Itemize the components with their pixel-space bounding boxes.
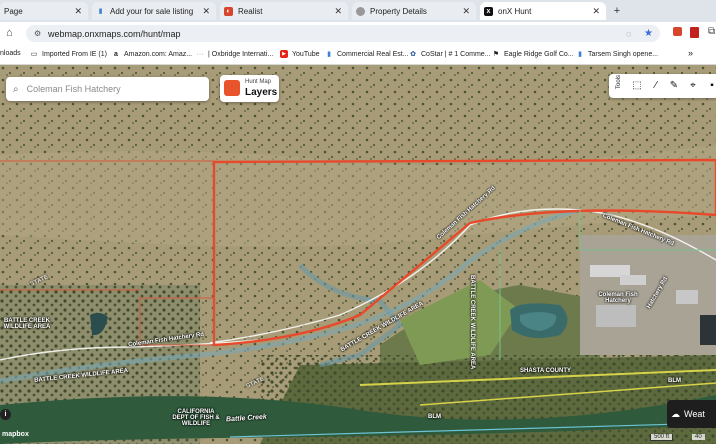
close-icon[interactable]: ✕ xyxy=(202,6,210,17)
tab-label: onX Hunt xyxy=(498,6,532,16)
bookmark-label: YouTube xyxy=(292,50,320,58)
tab-realist[interactable]: ◐ Realist ✕ xyxy=(220,2,348,20)
extensions-icon[interactable]: ⧉ xyxy=(708,26,715,37)
new-tab-button[interactable]: + xyxy=(610,4,624,18)
map-label-wildlife-area-1: BATTLE CREEK WILDLIFE AREA xyxy=(3,318,51,330)
search-box[interactable]: ⌕ Coleman Fish Hatchery xyxy=(6,77,209,101)
bookmark-label: Imported From IE (1) xyxy=(42,50,107,58)
mapbox-logo: mapbox xyxy=(2,431,29,438)
layers-icon xyxy=(224,80,240,96)
bars-icon: ▮ xyxy=(98,8,103,15)
tools-toolbar: Tools ⬚ ⁄ ✎ ⌖ ▪ xyxy=(609,74,716,98)
layers-subtitle: Hunt Map xyxy=(245,79,272,85)
layers-button[interactable]: Hunt Map Layers xyxy=(220,75,279,102)
bars-icon: ▮ xyxy=(578,51,582,58)
extension-icon-1[interactable] xyxy=(673,27,682,36)
bookmark-costar[interactable]: ✿ CoStar | # 1 Comme... xyxy=(409,50,491,59)
more-tools-icon[interactable]: ▪ xyxy=(705,79,716,93)
bookmark-downloads[interactable]: nloads xyxy=(0,50,21,57)
url-text: webmap.onxmaps.com/hunt/map xyxy=(48,28,181,39)
weather-button[interactable]: ☁ Weat xyxy=(667,400,716,428)
tools-label: Tools xyxy=(616,74,622,89)
close-icon[interactable]: ✕ xyxy=(592,6,600,17)
scale-bar-500ft: 500 ft xyxy=(650,434,674,441)
youtube-icon: ▶ xyxy=(280,50,288,58)
map-label-shasta-county: SHASTA COUNTY xyxy=(520,368,571,374)
tab-label: Page xyxy=(4,6,23,16)
close-icon[interactable]: ✕ xyxy=(462,6,470,17)
map-label-california-dept: CALIFORNIA DEPT OF FISH & WILDLIFE xyxy=(172,409,220,427)
tab-page[interactable]: Page ✕ xyxy=(0,2,88,20)
bookmarks-overflow[interactable]: » xyxy=(688,48,693,58)
map-label-blm-1: BLM xyxy=(668,378,681,384)
realist-icon: ◐ xyxy=(224,6,233,16)
scale-bar-secondary: 40 xyxy=(692,434,705,440)
line-draw-icon[interactable]: ⁄ xyxy=(649,79,663,93)
bookmark-label: nloads xyxy=(0,50,21,57)
map-label-wildlife-area-3: BATTLE CREEK WILDLIFE AREA xyxy=(469,275,475,370)
url-field[interactable]: ⚙ webmap.onxmaps.com/hunt/map ◌ ★ xyxy=(26,25,660,42)
map-label-coleman-fish-hatchery: Coleman Fish Hatchery xyxy=(598,292,638,304)
weather-label: Weat xyxy=(684,409,705,419)
tab-bar: Page ✕ ▮ Add your for sale listing ✕ ◐ R… xyxy=(0,0,716,22)
home-icon[interactable]: ⌂ xyxy=(6,27,13,39)
bookmark-label: Commercial Real Est... xyxy=(337,50,409,58)
costar-icon: ✿ xyxy=(410,51,416,58)
bookmark-eagle-ridge[interactable]: ⚑ Eagle Ridge Golf Co... xyxy=(492,50,574,59)
acrobat-icon[interactable] xyxy=(690,27,699,38)
close-icon[interactable]: ✕ xyxy=(334,6,342,17)
dots-icon: ··· xyxy=(196,50,204,58)
map-label-blm-2: BLM xyxy=(428,414,441,420)
search-input[interactable]: Coleman Fish Hatchery xyxy=(27,84,121,94)
bookmark-youtube[interactable]: ▶ YouTube xyxy=(280,50,320,58)
tab-onx-hunt[interactable]: x onX Hunt ✕ xyxy=(480,2,606,20)
tab-label: Realist xyxy=(238,6,263,16)
golf-icon: ⚑ xyxy=(492,51,500,58)
bookmark-label: CoStar | # 1 Comme... xyxy=(421,50,491,58)
bookmark-amazon[interactable]: a Amazon.com: Amaz... xyxy=(112,50,192,58)
bookmarks-bar: nloads ▭ Imported From IE (1) a Amazon.com… xyxy=(0,46,716,65)
tab-property-details[interactable]: Property Details ✕ xyxy=(352,2,476,20)
eye-off-icon[interactable]: ◌ xyxy=(626,29,631,39)
amazon-icon: a xyxy=(114,50,118,58)
address-bar-row: ⌂ ⚙ webmap.onxmaps.com/hunt/map ◌ ★ ⧉ xyxy=(0,22,716,46)
bookmark-label: Tarsem Singh opene... xyxy=(588,50,659,58)
area-select-icon[interactable]: ⬚ xyxy=(630,79,644,93)
folder-icon: ▭ xyxy=(30,51,38,58)
layers-title: Layers xyxy=(245,87,278,98)
tab-label: Add your for sale listing xyxy=(110,6,194,16)
site-settings-icon[interactable]: ⚙ xyxy=(34,29,41,38)
bars-icon: ▮ xyxy=(327,51,331,58)
bookmark-label: | Oxbridge Internati... xyxy=(208,50,274,58)
bookmark-tarsem[interactable]: ▮ Tarsem Singh opene... xyxy=(576,50,659,59)
tab-label: Property Details xyxy=(370,6,427,16)
search-icon: ⌕ xyxy=(13,83,19,95)
bookmark-imported-ie[interactable]: ▭ Imported From IE (1) xyxy=(30,50,107,59)
pen-icon[interactable]: ✎ xyxy=(667,79,681,93)
tab-add-listing[interactable]: ▮ Add your for sale listing ✕ xyxy=(92,2,216,20)
bookmark-commercial[interactable]: ▮ Commercial Real Est... xyxy=(325,50,409,59)
cloud-icon: ☁ xyxy=(671,408,680,419)
map-canvas[interactable]: BATTLE CREEK WILDLIFE AREA BATTLE CREEK … xyxy=(0,65,716,444)
bookmark-label: Amazon.com: Amaz... xyxy=(124,50,193,58)
globe-icon xyxy=(356,6,365,16)
star-icon[interactable]: ★ xyxy=(644,28,653,39)
close-icon[interactable]: ✕ xyxy=(74,6,82,17)
satellite-terrain xyxy=(0,65,716,444)
onx-icon: x xyxy=(484,6,493,16)
bookmark-label: Eagle Ridge Golf Co... xyxy=(504,50,574,58)
overflow-chevron-icon: » xyxy=(688,48,694,58)
bookmark-oxbridge[interactable]: ··· | Oxbridge Internati... xyxy=(196,50,274,58)
info-icon[interactable]: i xyxy=(0,409,11,420)
waypoint-icon[interactable]: ⌖ xyxy=(686,79,700,93)
